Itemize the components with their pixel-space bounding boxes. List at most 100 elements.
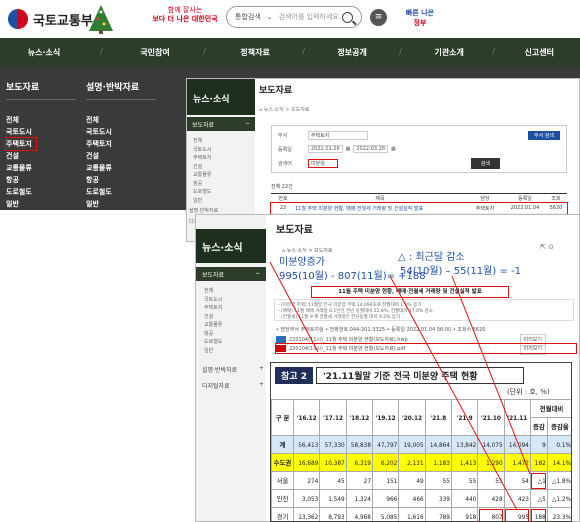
expand-icon[interactable]: +: [259, 381, 264, 388]
government-brand-logo[interactable]: 빠른 나은 정부: [398, 8, 442, 28]
col-year: '21.8: [424, 399, 452, 436]
keyword-input[interactable]: 미분양: [308, 158, 338, 168]
sidebar: 뉴스·소식 보도자료 − 전체 국토도시 주택토지 건설 교통물류 항공 도로철…: [196, 215, 266, 521]
collapse-icon[interactable]: −: [255, 270, 260, 277]
col-diff: 증감: [529, 417, 548, 436]
menu-item-all[interactable]: 전체: [86, 114, 156, 126]
cell: 1,324: [345, 489, 373, 508]
attachment-name[interactable]: 220104(11시)_11월 주택 미분양 현황(보도자료).pdf: [289, 344, 520, 354]
cell: 1,616: [398, 507, 426, 521]
sidebar-subitem[interactable]: 항공: [193, 180, 218, 189]
menu-item-aviation[interactable]: 항공: [86, 174, 156, 186]
sidebar-item-press[interactable]: 보도자료 −: [196, 267, 266, 281]
sidebar-item-press[interactable]: 보도자료 −: [187, 117, 255, 131]
sidebar-subitem[interactable]: 건설: [204, 313, 222, 322]
search-icon[interactable]: [342, 11, 353, 23]
sidebar-subitem[interactable]: 일반: [204, 347, 222, 356]
menu-item-aviation[interactable]: 항공: [6, 174, 76, 186]
menu-item-housing[interactable]: 주택토지: [86, 138, 156, 150]
sidebar-subitem[interactable]: 일반: [193, 197, 218, 206]
search-button[interactable]: 검색: [470, 157, 500, 169]
sidebar-subitem[interactable]: 건설: [193, 163, 218, 172]
cell: 1,472: [503, 453, 531, 472]
christmas-tree-icon: [89, 5, 113, 34]
sidebar-subitem[interactable]: 전체: [204, 287, 222, 296]
cell: 339: [424, 489, 452, 508]
cell: 3,053: [292, 489, 321, 508]
menu-item-general[interactable]: 일반: [86, 198, 156, 210]
annotation-decrease-label: △ : 최근달 감소: [398, 252, 465, 263]
slogan-banner[interactable]: 함께 잘사는 보다 더 나은 대한민국: [150, 6, 220, 34]
cell-dept: 주택토지: [475, 205, 495, 212]
share-icon[interactable]: ⇱ ⊙: [540, 243, 554, 251]
date-to-input[interactable]: 2022.03.28: [353, 145, 389, 153]
col-label: 구 분: [271, 399, 294, 436]
gnb-news[interactable]: 뉴스·소식: [8, 47, 80, 58]
cell: 440: [450, 489, 479, 508]
menu-item-road[interactable]: 도로철도: [86, 186, 156, 198]
reference-badge: 참고 2: [275, 367, 313, 384]
sidebar-subitem[interactable]: 국토도시: [193, 146, 218, 155]
gnb-report[interactable]: 신고센터: [509, 47, 569, 58]
integrated-search[interactable]: 통합검색 ⌄ 검색어를 입력하세요.: [226, 6, 362, 28]
menu-item-transport[interactable]: 교통물류: [86, 162, 156, 174]
cell: 14,864: [424, 435, 452, 454]
menu-item-construction[interactable]: 건설: [86, 150, 156, 162]
table-row: 수도권 16,689 10,387 6,319 6,202 2,131 1,18…: [271, 453, 571, 472]
summary-line: - (전월세) 11월 누계 전월세 거래량은 전년동월 대비 9.2% 증가: [278, 315, 401, 320]
dept-select[interactable]: 주택토지: [308, 130, 368, 140]
sidebar-item-explanation[interactable]: 설명·반박자료 +: [202, 365, 264, 374]
col-year: '16.12: [292, 399, 321, 436]
sidebar-subitem[interactable]: 도로철도: [193, 188, 218, 197]
table-row[interactable]: 22 11월 주택 미분양 현황, 매매·전월세 거래량 및 건설실적 발표 주…: [270, 202, 568, 215]
menu-item-construction[interactable]: 건설: [6, 150, 76, 162]
menu-item-general[interactable]: 일반: [6, 198, 76, 210]
sidebar-subitem[interactable]: 주택토지: [193, 154, 218, 163]
gnb-info[interactable]: 정보공개: [319, 47, 385, 58]
calendar-icon[interactable]: ▦: [391, 146, 396, 152]
press-release-heading[interactable]: 보도자료: [6, 80, 76, 100]
cell: 995: [503, 507, 531, 521]
menu-item-all[interactable]: 전체: [6, 114, 76, 126]
collapse-icon[interactable]: −: [245, 120, 250, 127]
cell: 966: [371, 489, 400, 508]
attachment-pdf[interactable]: 220104(11시)_11월 주택 미분양 현황(보도자료).pdf 미리보기: [275, 342, 577, 355]
cell: 14,094: [503, 435, 531, 454]
search-input[interactable]: 검색어를 입력하세요.: [279, 12, 342, 22]
search-filter-box: 부서 주택토지 부서 검색 등록일 2022.01.26 ▦ 2022.03.2…: [271, 125, 567, 173]
hwp-file-icon: [276, 336, 286, 343]
sidebar-subitem[interactable]: 항공: [204, 330, 222, 339]
col-year: '19.12: [371, 399, 400, 436]
preview-button[interactable]: 미리보기: [519, 342, 546, 355]
expand-icon[interactable]: +: [259, 365, 264, 372]
gnb-participation[interactable]: 국민참여: [121, 47, 189, 58]
gnb-policy[interactable]: 정책자료: [222, 47, 288, 58]
date-from-input[interactable]: 2022.01.26: [308, 145, 343, 153]
cell: 13,362: [292, 507, 321, 521]
menu-item-land[interactable]: 국토도시: [6, 126, 76, 138]
table-header: 번호 제목 담당 등록일 조회: [271, 193, 567, 203]
sidebar-subitem[interactable]: 국토도시: [204, 296, 222, 305]
all-menu-icon[interactable]: ≡: [370, 9, 387, 26]
menu-item-transport[interactable]: 교통물류: [6, 162, 76, 174]
chevron-down-icon: ⌄: [266, 13, 273, 21]
menu-item-housing[interactable]: 주택토지: [5, 137, 37, 151]
gnb-about[interactable]: 기관소개: [416, 47, 482, 58]
sidebar-item-digital[interactable]: 디지털자료 +: [202, 381, 264, 390]
sidebar-subitem[interactable]: 주택토지: [204, 304, 222, 313]
menu-item-road[interactable]: 도로철도: [6, 186, 76, 198]
search-scope-select[interactable]: 통합검색: [235, 12, 261, 22]
site-header: 국토교통부 함께 잘사는 보다 더 나은 대한민국 통합검색 ⌄ 검색어를 입력…: [0, 0, 580, 38]
menu-item-land[interactable]: 국토도시: [86, 126, 156, 138]
sidebar-subitem[interactable]: 교통물류: [204, 321, 222, 330]
cell: 423: [503, 489, 531, 508]
sidebar-subitem[interactable]: 전체: [193, 137, 218, 146]
cell: 151: [371, 471, 400, 490]
dept-search-button[interactable]: 부서 검색: [528, 130, 560, 140]
calendar-icon[interactable]: ▦: [346, 146, 351, 152]
sidebar-subitem[interactable]: 도로철도: [204, 338, 222, 347]
cell-title-link[interactable]: 11월 주택 미분양 현황, 매매·전월세 거래량 및 건설실적 발표: [295, 205, 465, 212]
sidebar-subitem[interactable]: 교통물류: [193, 171, 218, 180]
explanation-heading[interactable]: 설명·반박자료: [86, 80, 156, 100]
table-row: 인천 3,053 1,549 1,324 966 466 339 440 428…: [271, 489, 571, 508]
